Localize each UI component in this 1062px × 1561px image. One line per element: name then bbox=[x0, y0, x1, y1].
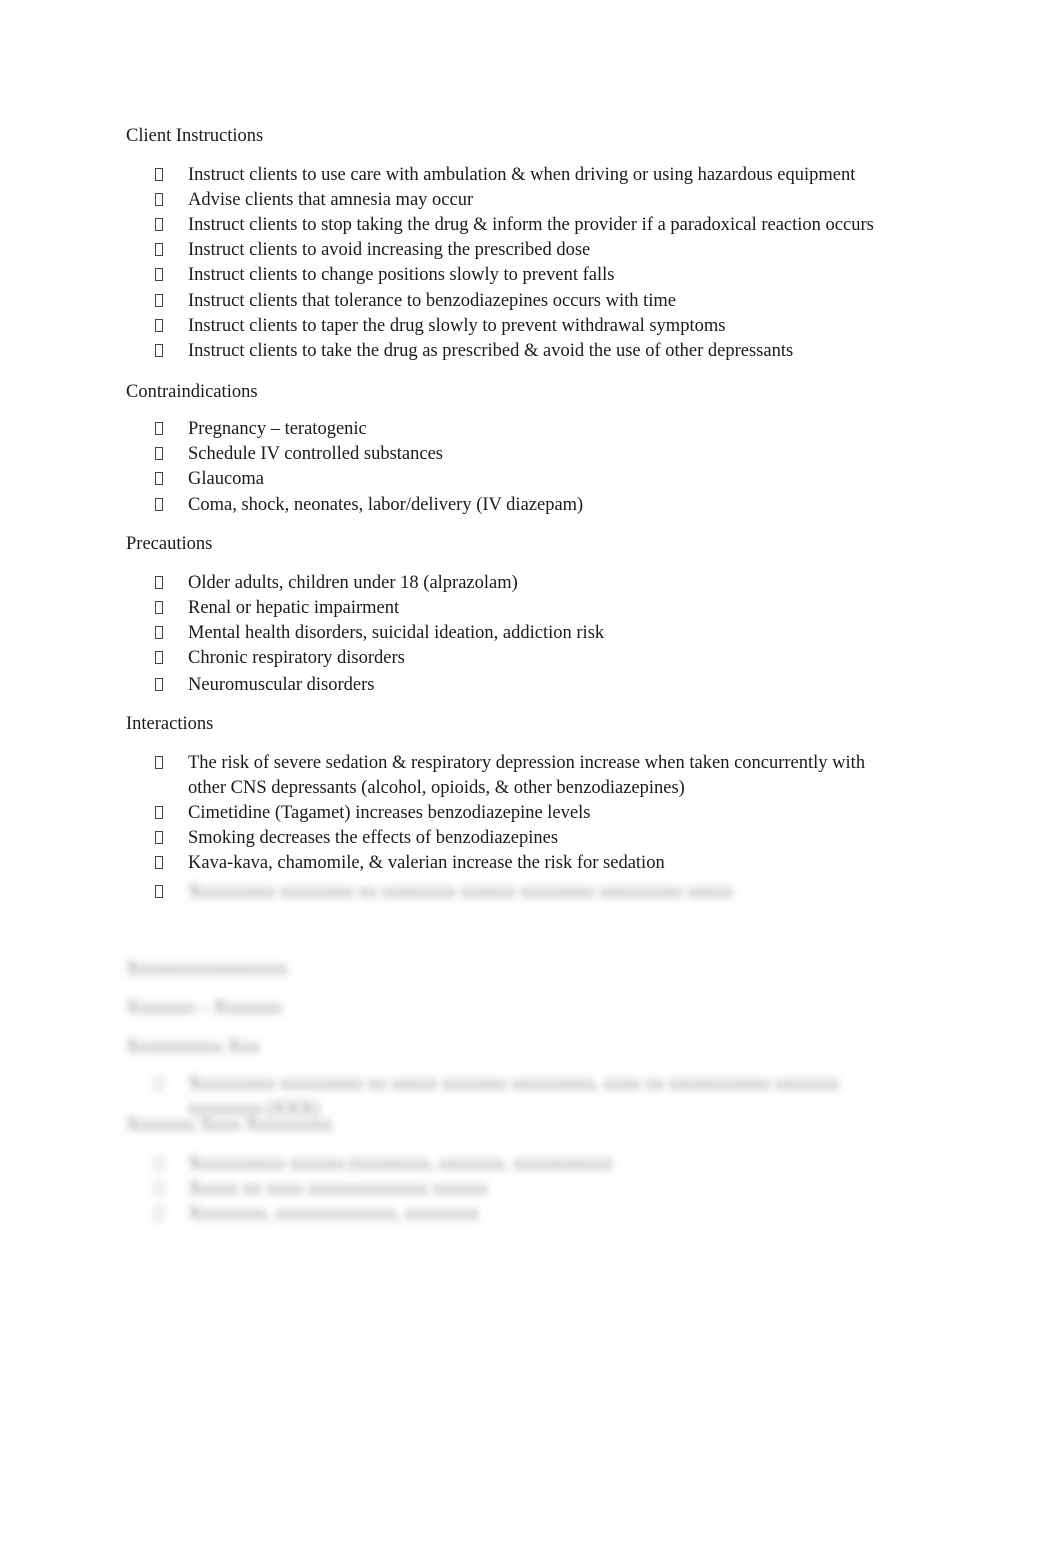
blurred-heading: Xxxxxxx Xxxx Xxxxxxxxx bbox=[126, 1115, 333, 1135]
bullet-icon bbox=[154, 1202, 164, 1227]
list-item: Mental health disorders, suicidal ideati… bbox=[0, 621, 898, 646]
bullet-icon bbox=[154, 1152, 164, 1177]
list-item: Schedule IV controlled substances bbox=[0, 442, 898, 467]
bullet-icon bbox=[154, 213, 164, 238]
bullet-icon bbox=[154, 646, 164, 671]
bullet-icon bbox=[154, 1177, 164, 1202]
bullet-icon bbox=[154, 880, 164, 905]
contraindications-list: Pregnancy – teratogenic Schedule IV cont… bbox=[0, 417, 898, 518]
list-item: The risk of severe sedation & respirator… bbox=[0, 751, 898, 801]
list-item: Instruct clients to change positions slo… bbox=[0, 263, 898, 288]
section-heading-client-instructions: Client Instructions bbox=[126, 126, 264, 146]
bullet-icon bbox=[154, 417, 164, 442]
document-page: Client Instructions Instruct clients to … bbox=[0, 0, 1062, 1561]
bullet-icon bbox=[154, 751, 164, 776]
section-heading-interactions: Interactions bbox=[126, 714, 214, 734]
list-item: Instruct clients to stop taking the drug… bbox=[0, 213, 898, 238]
list-item: Renal or hepatic impairment bbox=[0, 596, 898, 621]
bullet-icon bbox=[154, 851, 164, 876]
bullet-icon bbox=[154, 163, 164, 188]
list-item: Instruct clients to use care with ambula… bbox=[0, 163, 898, 188]
list-item: Kava-kava, chamomile, & valerian increas… bbox=[0, 851, 898, 876]
bullet-icon bbox=[154, 596, 164, 621]
bullet-icon bbox=[154, 571, 164, 596]
list-item-blurred: Xxxxxxxxxx xxxxxx (xxxxxxxx, xxxxxxx, xx… bbox=[0, 1152, 898, 1177]
blurred-heading: Xxxxxxxxxx Xxx bbox=[126, 1037, 260, 1057]
bullet-icon bbox=[154, 493, 164, 518]
client-instructions-list: Instruct clients to use care with ambula… bbox=[0, 163, 898, 364]
blurred-list: Xxxxxxxxxx xxxxxx (xxxxxxxx, xxxxxxx, xx… bbox=[0, 1152, 898, 1227]
bullet-icon bbox=[154, 314, 164, 339]
bullet-icon bbox=[154, 1072, 164, 1097]
list-item: Coma, shock, neonates, labor/delivery (I… bbox=[0, 493, 898, 518]
section-heading-precautions: Precautions bbox=[126, 534, 213, 554]
list-item: Neuromuscular disorders bbox=[0, 673, 898, 698]
bullet-icon bbox=[154, 621, 164, 646]
list-item-blurred: Xxxxx xx xxxx xxxxxxxxxxxxx xxxxxx bbox=[0, 1177, 898, 1202]
section-heading-contraindications: Contraindications bbox=[126, 382, 258, 402]
list-item: Glaucoma bbox=[0, 467, 898, 492]
bullet-icon bbox=[154, 289, 164, 314]
bullet-icon bbox=[154, 442, 164, 467]
bullet-icon bbox=[154, 238, 164, 263]
bullet-icon bbox=[154, 467, 164, 492]
bullet-icon bbox=[154, 339, 164, 364]
bullet-icon bbox=[154, 188, 164, 213]
list-item: Instruct clients to taper the drug slowl… bbox=[0, 314, 898, 339]
bullet-icon bbox=[154, 263, 164, 288]
list-item-blurred: Xxxxxxxx, xxxxxxxxxxxxx, xxxxxxxx bbox=[0, 1202, 898, 1227]
list-item: Instruct clients to avoid increasing the… bbox=[0, 238, 898, 263]
list-item: Smoking decreases the effects of benzodi… bbox=[0, 826, 898, 851]
interactions-list: The risk of severe sedation & respirator… bbox=[0, 751, 898, 905]
list-item: Instruct clients that tolerance to benzo… bbox=[0, 289, 898, 314]
list-item-blurred: Xxxxxxxxx xxxxxxxx xx xxxxxxxx xxxxxx xx… bbox=[0, 880, 898, 905]
list-item: Pregnancy – teratogenic bbox=[0, 417, 898, 442]
blurred-heading: Xxxxxxxxxxxxxxxxx bbox=[126, 959, 288, 979]
list-item: Chronic respiratory disorders bbox=[0, 646, 898, 671]
precautions-list: Older adults, children under 18 (alprazo… bbox=[0, 571, 898, 698]
bullet-icon bbox=[154, 801, 164, 826]
list-item: Cimetidine (Tagamet) increases benzodiaz… bbox=[0, 801, 898, 826]
list-item: Older adults, children under 18 (alprazo… bbox=[0, 571, 898, 596]
bullet-icon bbox=[154, 826, 164, 851]
list-item: Advise clients that amnesia may occur bbox=[0, 188, 898, 213]
blurred-heading: Xxxxxxx – Xxxxxxx bbox=[126, 998, 283, 1018]
list-item: Instruct clients to take the drug as pre… bbox=[0, 339, 898, 364]
bullet-icon bbox=[154, 673, 164, 698]
